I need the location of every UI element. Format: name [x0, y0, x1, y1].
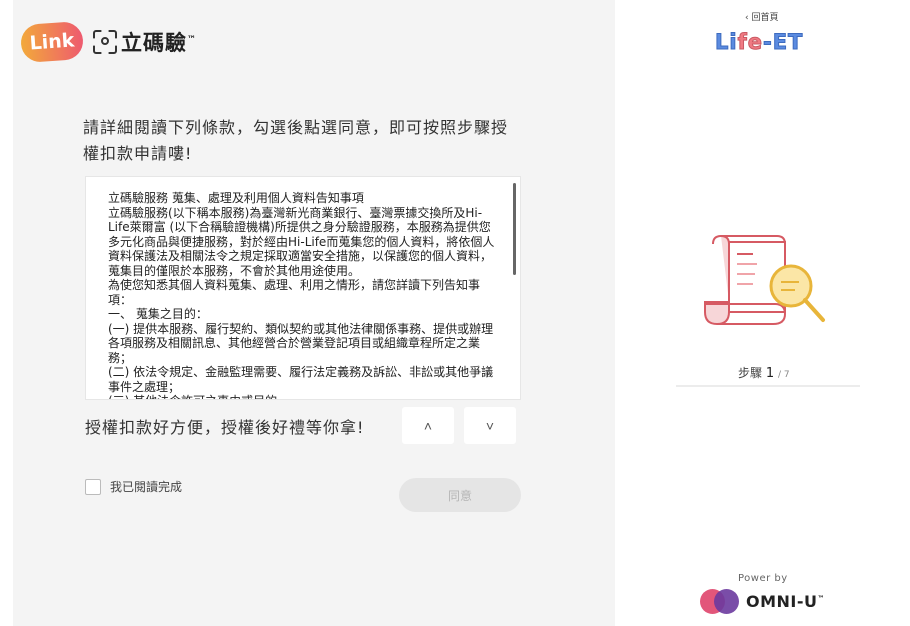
- omni-trademark: ™: [817, 594, 825, 603]
- document-magnifier-icon: [704, 235, 825, 326]
- terms-content: 立碼驗服務 蒐集、處理及利用個人資料告知事項 立碼驗服務(以下稱本服務)為臺灣新…: [108, 191, 495, 399]
- life-logo-part3: -ET: [762, 30, 804, 55]
- omni-u-logo: OMNI-U™: [700, 589, 825, 614]
- intro-text: 請詳細閱讀下列條款，勾選後點選同意，即可按照步驟授權扣款申請嘍!: [83, 118, 509, 163]
- slogan-text: 授權扣款好方便，授權後好禮等你拿!: [85, 418, 365, 437]
- terms-box[interactable]: 立碼驗服務 蒐集、處理及利用個人資料告知事項 立碼驗服務(以下稱本服務)為臺灣新…: [85, 176, 521, 400]
- chevron-down-icon: ˅: [485, 417, 495, 434]
- brand-trademark: ™: [187, 35, 197, 45]
- life-logo-part2: fe: [737, 30, 763, 55]
- step-current: 1: [765, 366, 775, 381]
- scroll-up-button[interactable]: ˄: [402, 407, 454, 444]
- step-total: / 7: [777, 370, 790, 380]
- power-by-label: Power by: [738, 573, 788, 584]
- link-logo: Link: [19, 20, 85, 64]
- step-prefix: 步驟: [738, 366, 763, 380]
- read-complete-checkbox[interactable]: [85, 478, 101, 495]
- step-indicator: 步驟 1 / 7: [738, 364, 790, 381]
- brand-name-text: 立碼驗: [121, 31, 187, 55]
- agree-button[interactable]: 同意: [399, 478, 521, 512]
- agree-row[interactable]: 我已閱讀完成: [85, 478, 182, 495]
- brand-name: 立碼驗™: [121, 27, 197, 57]
- scan-icon: [93, 30, 117, 54]
- omni-name-text: OMNI-U: [746, 592, 818, 611]
- read-complete-label[interactable]: 我已閱讀完成: [110, 478, 182, 495]
- life-et-logo: Life-ET: [715, 30, 804, 55]
- main-panel: Link 立碼驗™ 請詳細閱讀下列條款，勾選後點選同意，即可按照步驟授權扣款申請…: [13, 0, 615, 626]
- omni-name: OMNI-U™: [746, 592, 825, 611]
- brand-header: Link 立碼驗™: [19, 20, 197, 64]
- back-home-link[interactable]: ‹ 回首頁: [745, 10, 778, 23]
- life-logo-part1: Li: [715, 30, 738, 55]
- page: Link 立碼驗™ 請詳細閱讀下列條款，勾選後點選同意，即可按照步驟授權扣款申請…: [0, 0, 910, 626]
- scroll-down-button[interactable]: ˅: [464, 407, 516, 444]
- omni-mark-icon: [700, 589, 740, 614]
- terms-scrollbar[interactable]: [513, 183, 516, 275]
- chevron-up-icon: ˄: [423, 417, 433, 434]
- step-divider: [676, 385, 860, 387]
